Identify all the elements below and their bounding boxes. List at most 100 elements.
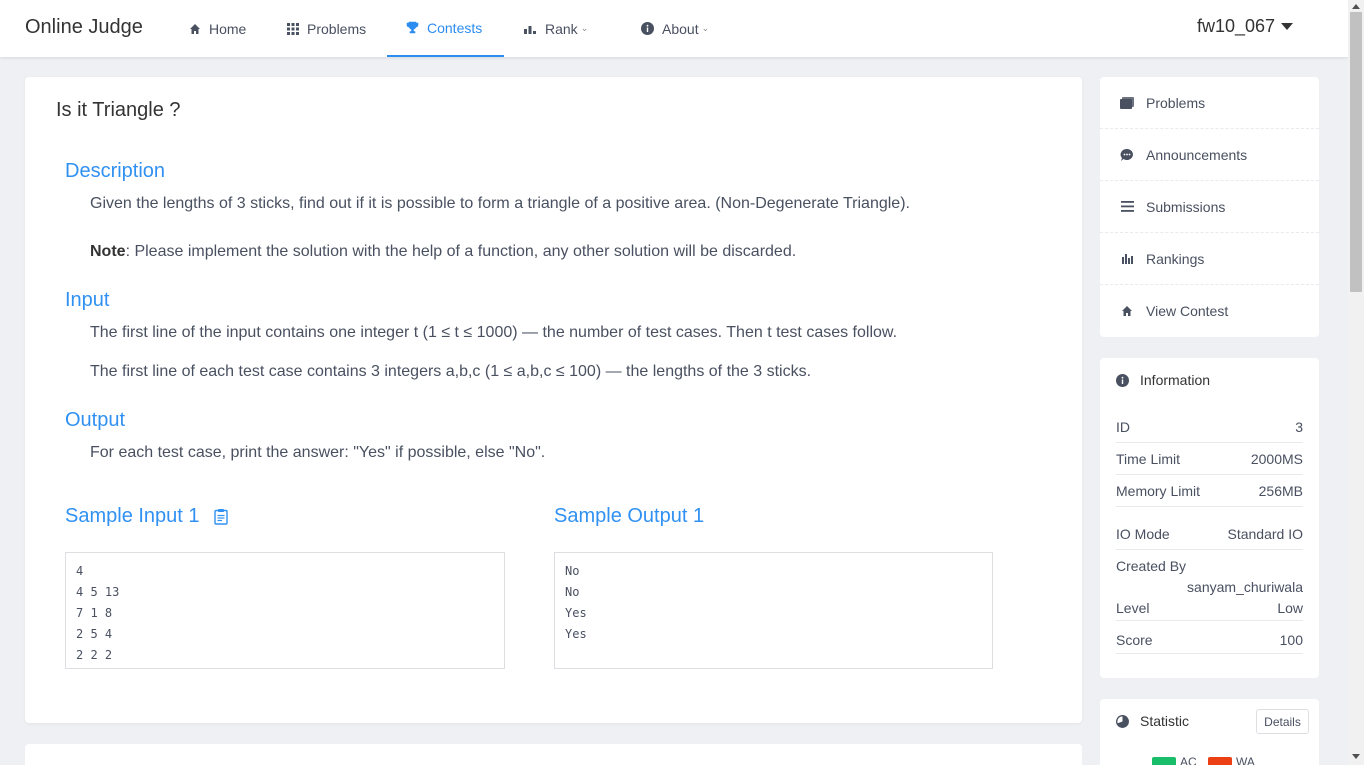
sample-input-line: 2 2 2 — [76, 648, 113, 662]
trophy-icon — [406, 21, 419, 34]
info-key: IO Mode — [1116, 526, 1170, 542]
info-value: sanyam_churiwala — [1187, 579, 1303, 595]
menu-label: Submissions — [1146, 198, 1226, 215]
home-icon — [189, 23, 201, 35]
note-text: Note: Please implement the solution with… — [90, 243, 796, 261]
scroll-down-arrow-icon[interactable] — [1352, 754, 1360, 759]
sample-input-line: 4 5 13 — [76, 585, 120, 599]
menu-label: Problems — [1146, 94, 1206, 111]
info-value: 3 — [1295, 419, 1303, 435]
menu-item-announcements[interactable]: Announcements — [1100, 129, 1319, 181]
divider — [1116, 442, 1303, 443]
chevron-down-icon: ⌄ — [701, 23, 710, 33]
output-text: For each test case, print the answer: "Y… — [90, 444, 546, 461]
info-key: Created By — [1116, 558, 1187, 574]
page-scrollbar[interactable] — [1348, 0, 1364, 765]
problems-icon — [1120, 96, 1134, 109]
nav-about-label: About — [662, 20, 699, 37]
bar-chart-icon — [1120, 253, 1134, 264]
details-button[interactable]: Details — [1256, 709, 1309, 734]
legend-label: WA — [1236, 755, 1255, 765]
nav-home-label: Home — [209, 20, 247, 37]
input-heading: Input — [65, 289, 110, 311]
input-text-1: The first line of the input contains one… — [90, 324, 898, 341]
pie-chart-icon — [1116, 714, 1129, 728]
divider — [1116, 474, 1303, 475]
sample-output-line: Yes — [565, 627, 587, 641]
info-key: Time Limit — [1116, 451, 1181, 467]
submit-card — [25, 744, 1082, 765]
nav-contests[interactable]: Contests — [387, 0, 504, 57]
sample-output-line: No — [565, 585, 580, 599]
description-text: Given the lengths of 3 sticks, find out … — [90, 195, 910, 212]
divider — [1116, 506, 1303, 507]
scrollbar-thumb[interactable] — [1350, 12, 1362, 292]
legend-swatch — [1208, 757, 1232, 765]
sample-input-line: 2 5 4 — [76, 627, 113, 641]
info-value: 256MB — [1258, 483, 1303, 499]
menu-item-view-contest[interactable]: View Contest — [1100, 285, 1319, 337]
nav-problems-label: Problems — [307, 20, 367, 37]
sample-input-title: Sample Input 1 — [65, 505, 200, 527]
nav-contests-label: Contests — [427, 19, 483, 36]
nav-rank[interactable]: Rank ⌄ — [505, 0, 607, 57]
chevron-down-icon: ⌄ — [580, 23, 589, 33]
divider — [1116, 549, 1303, 550]
nav-about[interactable]: About ⌄ — [622, 0, 728, 57]
brand-title[interactable]: Online Judge — [25, 16, 143, 39]
information-heading: Information — [1116, 372, 1210, 388]
info-key: ID — [1116, 419, 1130, 435]
nav-rank-label: Rank — [545, 20, 578, 37]
top-navbar: Online Judge Home Problems Contests Rank… — [0, 0, 1348, 57]
problem-card: Is it Triangle ? Description Given the l… — [25, 77, 1082, 723]
note-body: : Please implement the solution with the… — [125, 243, 797, 260]
sample-input-heading: Sample Input 1 — [65, 505, 228, 528]
menu-item-problems[interactable]: Problems — [1100, 77, 1319, 129]
problem-title: Is it Triangle ? — [56, 99, 181, 121]
legend-label: AC — [1180, 755, 1197, 765]
list-icon — [1120, 201, 1134, 212]
output-heading: Output — [65, 409, 126, 431]
sample-input-line: 7 1 8 — [76, 606, 113, 620]
info-value: Low — [1277, 600, 1303, 616]
info-icon — [641, 22, 654, 35]
bar-chart-icon — [524, 23, 537, 35]
divider — [1116, 653, 1303, 654]
information-title: Information — [1140, 372, 1211, 388]
sample-output-heading: Sample Output 1 — [554, 505, 705, 527]
legend-swatch — [1152, 757, 1176, 765]
caret-down-icon — [1281, 23, 1294, 30]
note-label: Note — [90, 243, 126, 260]
legend-item-ac[interactable]: AC — [1152, 755, 1197, 765]
user-menu[interactable]: fw10_067 — [1197, 16, 1294, 37]
sample-output-box[interactable]: No No Yes Yes — [554, 552, 993, 669]
chat-icon — [1120, 148, 1134, 162]
sample-input-line: 4 — [76, 564, 84, 578]
nav-home[interactable]: Home — [170, 0, 265, 57]
sample-output-line: Yes — [565, 606, 587, 620]
menu-label: View Contest — [1146, 303, 1229, 319]
menu-label: Announcements — [1146, 146, 1248, 163]
menu-item-rankings[interactable]: Rankings — [1100, 233, 1319, 285]
info-value: 100 — [1279, 632, 1303, 648]
info-key: Level — [1116, 600, 1150, 616]
clipboard-icon[interactable] — [213, 508, 228, 525]
info-value: 2000MS — [1250, 451, 1303, 467]
info-key: Memory Limit — [1116, 483, 1201, 499]
sample-input-box[interactable]: 4 4 5 13 7 1 8 2 5 4 2 2 2 — [65, 552, 505, 669]
home-icon — [1120, 305, 1134, 317]
menu-item-submissions[interactable]: Submissions — [1100, 181, 1319, 233]
menu-label: Rankings — [1146, 250, 1205, 267]
statistic-panel: Statistic Details AC WA — [1100, 699, 1319, 765]
info-value: Standard IO — [1227, 526, 1304, 542]
legend-item-wa[interactable]: WA — [1208, 755, 1255, 765]
grid-icon — [287, 22, 299, 35]
info-icon — [1116, 373, 1129, 387]
statistic-title: Statistic — [1140, 713, 1190, 729]
info-key: Score — [1116, 632, 1153, 648]
username: fw10_067 — [1197, 16, 1276, 36]
divider — [1116, 620, 1303, 621]
nav-problems[interactable]: Problems — [268, 0, 385, 57]
scroll-up-arrow-icon[interactable] — [1352, 4, 1360, 9]
contest-menu: Problems Announcements Submissions Ranki… — [1100, 77, 1319, 337]
